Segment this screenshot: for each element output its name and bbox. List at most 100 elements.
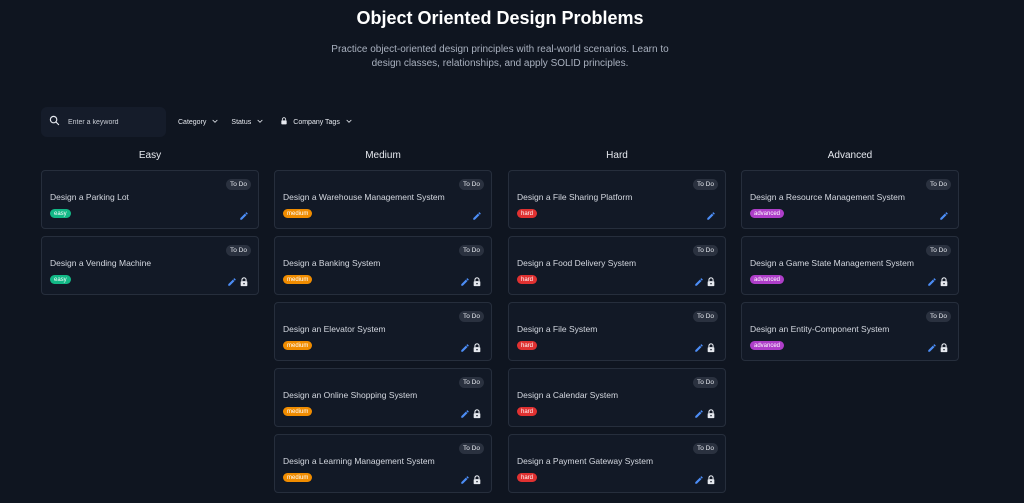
card-actions <box>694 340 716 358</box>
difficulty-badge: hard <box>517 473 538 482</box>
status-badge: To Do <box>226 179 251 190</box>
problem-card[interactable]: To Do Design a Banking System medium <box>274 236 492 295</box>
edit-icon[interactable] <box>239 208 249 226</box>
problem-card[interactable]: To Do Design a Parking Lot easy <box>41 170 259 229</box>
edit-icon[interactable] <box>694 274 704 292</box>
difficulty-badge: advanced <box>750 275 785 284</box>
problem-title: Design a Food Delivery System <box>517 258 637 268</box>
status-badge: To Do <box>459 245 484 256</box>
problem-title: Design a File Sharing Platform <box>517 192 633 202</box>
problem-card[interactable]: To Do Design an Elevator System medium <box>274 302 492 361</box>
status-badge: To Do <box>926 311 951 322</box>
column-heading: Medium <box>365 150 401 161</box>
difficulty-badge: easy <box>50 275 71 284</box>
problem-card[interactable]: To Do Design a File System hard <box>508 302 726 361</box>
problem-title: Design a Warehouse Management System <box>283 192 445 202</box>
status-badge: To Do <box>226 245 251 256</box>
problem-title: Design a Learning Management System <box>283 456 435 466</box>
lock-icon <box>939 340 949 358</box>
edit-icon[interactable] <box>694 472 704 490</box>
problem-title: Design an Entity-Component System <box>750 324 890 334</box>
status-badge: To Do <box>459 377 484 388</box>
edit-icon[interactable] <box>927 340 937 358</box>
edit-icon[interactable] <box>939 208 949 226</box>
category-label: Category <box>178 118 207 126</box>
status-badge: To Do <box>459 311 484 322</box>
lock-icon <box>939 274 949 292</box>
difficulty-badge: hard <box>517 407 538 416</box>
problem-title: Design a Parking Lot <box>50 192 129 202</box>
edit-icon[interactable] <box>460 472 470 490</box>
status-badge: To Do <box>926 179 951 190</box>
difficulty-badge: medium <box>283 209 313 218</box>
difficulty-badge: hard <box>517 209 538 218</box>
problem-card[interactable]: To Do Design a Payment Gateway System hard <box>508 434 726 493</box>
problem-card[interactable]: To Do Design a File Sharing Platform hard <box>508 170 726 229</box>
problem-card[interactable]: To Do Design a Food Delivery System hard <box>508 236 726 295</box>
edit-icon[interactable] <box>927 274 937 292</box>
problem-title: Design a File System <box>517 324 598 334</box>
problem-card[interactable]: To Do Design a Resource Management System… <box>741 170 959 229</box>
edit-icon[interactable] <box>694 340 704 358</box>
problem-card[interactable]: To Do Design a Learning Management System… <box>274 434 492 493</box>
lock-icon <box>472 340 482 358</box>
problem-title: Design a Banking System <box>283 258 381 268</box>
edit-icon[interactable] <box>227 274 237 292</box>
status-badge: To Do <box>459 179 484 190</box>
card-actions <box>239 208 249 226</box>
problem-card[interactable]: To Do Design a Game State Management Syst… <box>741 236 959 295</box>
card-actions <box>694 274 716 292</box>
page-title: Object Oriented Design Problems <box>356 8 644 28</box>
page: Object Oriented Design Problems Practice… <box>0 0 1024 503</box>
problem-card[interactable]: To Do Design a Vending Machine easy <box>41 236 259 295</box>
chevron-down-icon <box>211 117 219 127</box>
status-badge: To Do <box>926 245 951 256</box>
difficulty-badge: medium <box>283 473 313 482</box>
edit-icon[interactable] <box>694 406 704 424</box>
problem-title: Design a Calendar System <box>517 390 619 400</box>
edit-icon[interactable] <box>460 406 470 424</box>
lock-icon <box>280 117 288 127</box>
column-heading: Advanced <box>827 150 873 161</box>
problem-card[interactable]: To Do Design an Entity-Component System ad… <box>741 302 959 361</box>
card-actions <box>460 274 482 292</box>
problem-card[interactable]: To Do Design an Online Shopping System med… <box>274 368 492 427</box>
problem-card[interactable]: To Do Design a Warehouse Management Syste… <box>274 170 492 229</box>
status-badge: To Do <box>693 179 718 190</box>
status-badge: To Do <box>693 245 718 256</box>
card-actions <box>927 274 949 292</box>
company-tags-dropdown[interactable]: Company Tags <box>280 117 353 127</box>
status-badge: To Do <box>459 443 484 454</box>
company-tags-label: Company Tags <box>293 118 340 126</box>
difficulty-badge: easy <box>50 209 71 218</box>
column-heading: Easy <box>138 150 162 161</box>
lock-icon <box>239 274 249 292</box>
category-dropdown[interactable]: Category <box>178 117 219 127</box>
problem-title: Design a Resource Management System <box>750 192 905 202</box>
problem-title: Design a Game State Management System <box>750 258 914 268</box>
status-dropdown[interactable]: Status <box>231 117 264 127</box>
problem-title: Design an Online Shopping System <box>283 390 418 400</box>
edit-icon[interactable] <box>706 208 716 226</box>
chevron-down-icon <box>256 117 264 127</box>
card-actions <box>939 208 949 226</box>
edit-icon[interactable] <box>472 208 482 226</box>
page-subtitle: Practice object-oriented design principl… <box>331 44 669 69</box>
difficulty-badge: medium <box>283 407 313 416</box>
problem-card[interactable]: To Do Design a Calendar System hard <box>508 368 726 427</box>
edit-icon[interactable] <box>460 274 470 292</box>
search-input[interactable] <box>68 118 148 126</box>
difficulty-badge: hard <box>517 275 538 284</box>
card-actions <box>472 208 482 226</box>
status-badge: To Do <box>693 443 718 454</box>
status-label: Status <box>231 118 252 126</box>
status-badge: To Do <box>693 377 718 388</box>
filter-toolbar: Category Status Company Tags <box>41 107 353 137</box>
lock-icon <box>472 274 482 292</box>
search-icon <box>49 113 60 131</box>
problem-title: Design a Payment Gateway System <box>517 456 654 466</box>
edit-icon[interactable] <box>460 340 470 358</box>
difficulty-badge: advanced <box>750 341 785 350</box>
card-actions <box>706 208 716 226</box>
lock-icon <box>706 274 716 292</box>
